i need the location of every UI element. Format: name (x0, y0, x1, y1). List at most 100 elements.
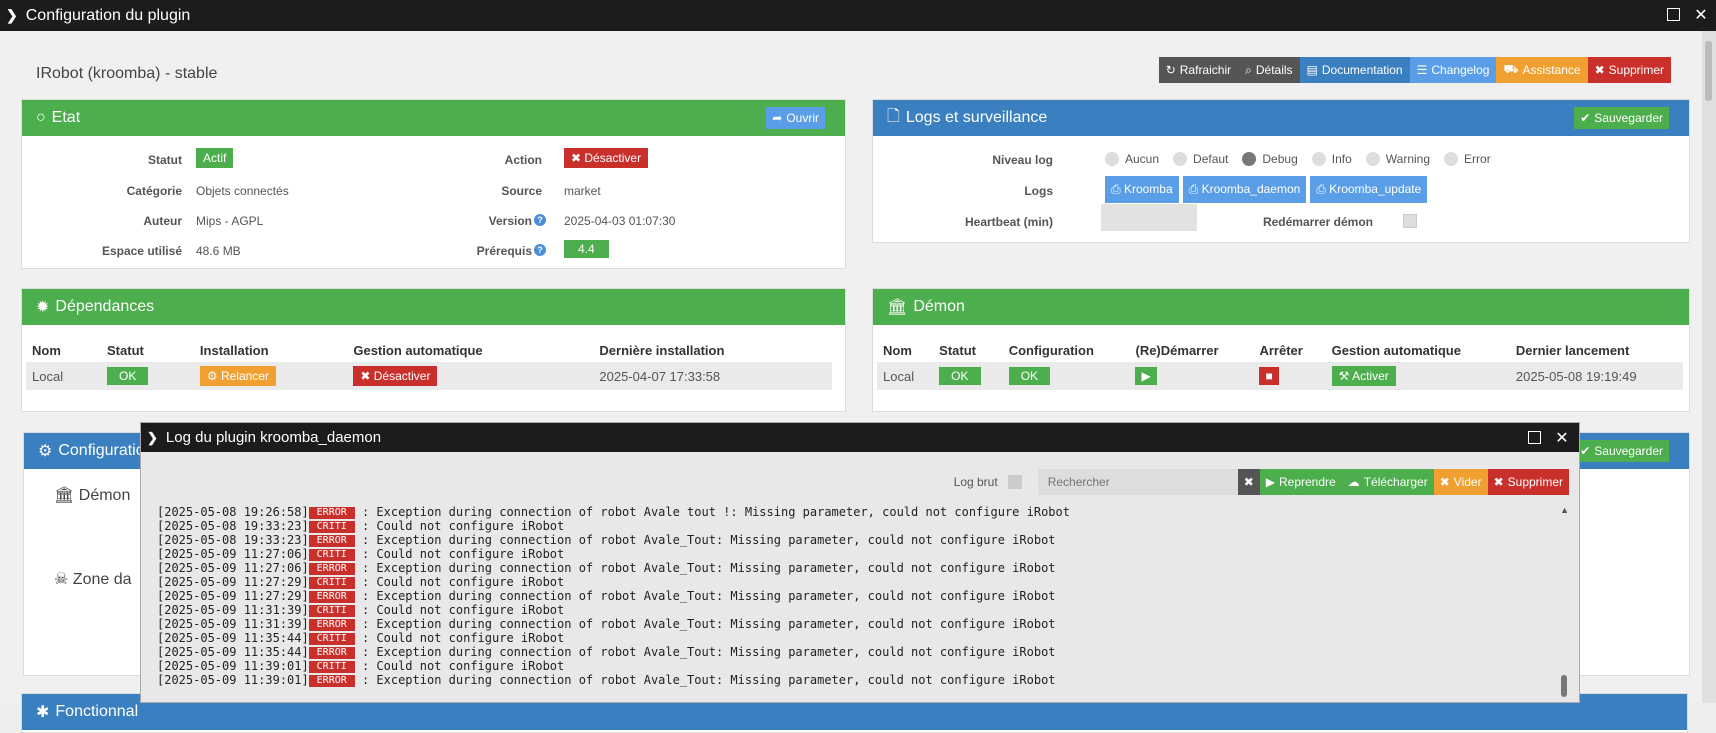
ambulance-icon: ⛟ (1503, 62, 1519, 76)
log-line: [2025-05-09 11:27:29] CRITI : Could not c… (157, 575, 1557, 589)
log-level-error[interactable]: Error (1444, 152, 1491, 166)
col-installation: Installation (199, 342, 269, 358)
log-brut-checkbox[interactable] (1007, 475, 1022, 489)
close-icon[interactable]: ✕ (1692, 5, 1710, 26)
col-derniere: Dernière installation (599, 342, 725, 358)
tlcharger-button[interactable]: ☁ Télécharger (1341, 469, 1434, 495)
rafraichir-button[interactable]: ↻ Rafraichir (1158, 57, 1239, 83)
log-level-badge: ERROR (308, 562, 355, 575)
play-button[interactable]: ▶ (1135, 367, 1157, 385)
close-icon[interactable]: ✕ (1553, 428, 1571, 449)
chevron-right-icon: ❯ (147, 429, 158, 445)
desactiver-button[interactable]: ✖ Désactiver (564, 148, 649, 168)
log-toolbar: Log brut ✖ ▶Reprendre☁Télécharger✖Vider✖… (954, 469, 1569, 495)
demon-table: Nom Statut Configuration (Re)Démarrer Ar… (877, 338, 1683, 390)
log-timestamp: [2025-05-08 19:26:58] (157, 505, 309, 519)
espace-value: 48.6 MB (196, 244, 241, 258)
scroll-up-icon[interactable]: ▲ (1560, 505, 1569, 515)
config-save-button[interactable]: ✔ Sauvegarder (1574, 440, 1669, 462)
relancer-button[interactable]: ⚙ Relancer (199, 366, 277, 386)
play-icon: ▶ (1265, 475, 1275, 489)
niveau-log-label: Niveau log (992, 153, 1053, 167)
log-message: : Exception during connection of robot A… (361, 589, 1056, 603)
log-level-radios: Aucun Defaut Debug Info Warning Error (1105, 152, 1505, 169)
search-icon: ⌕ (1245, 62, 1252, 77)
stop-button[interactable]: ■ (1259, 367, 1279, 385)
log-timestamp: [2025-05-08 19:33:23] (157, 519, 309, 533)
demon-nom: Local (877, 362, 934, 390)
trash-icon: ✖ (1493, 475, 1504, 489)
auteur-label: Auteur (143, 214, 182, 228)
supprimer-button[interactable]: ✖ Supprimer (1587, 57, 1671, 83)
logs-save-button[interactable]: ✔ Sauvegarder (1574, 107, 1669, 129)
log-level-aucun[interactable]: Aucun (1105, 152, 1159, 166)
assistance-button[interactable]: ⛟ Assistance (1496, 57, 1588, 83)
dep-desactiver-button[interactable]: ✖ Désactiver (353, 366, 438, 386)
log-level-defaut[interactable]: Defaut (1173, 152, 1228, 166)
log-line: [2025-05-09 11:39:01] ERROR : Exception d… (157, 673, 1557, 687)
log-message: : Exception during connection of robot A… (361, 505, 1070, 519)
button-label: Détails (1255, 63, 1293, 77)
log-file-button-kroomba_update[interactable]: ⎙ Kroomba_update (1310, 176, 1428, 203)
search-input[interactable] (1037, 469, 1238, 495)
log-level-info[interactable]: Info (1311, 152, 1352, 166)
ouvrir-button[interactable]: ➦ Ouvrir (766, 107, 825, 129)
activer-button[interactable]: ⚒ Activer (1331, 366, 1396, 386)
log-file-button-kroomba_daemon[interactable]: ⎙ Kroomba_daemon (1182, 176, 1307, 203)
log-timestamp: [2025-05-09 11:39:01] (157, 659, 309, 673)
button-label: Changelog (1431, 63, 1490, 77)
help-icon[interactable]: ? (534, 244, 546, 256)
log-line: [2025-05-09 11:31:39] CRITI : Could not c… (157, 603, 1557, 617)
logs-header: 🗋 Logs et surveillance ✔ Sauvegarder (873, 100, 1689, 136)
col-gestion: Gestion automatique (353, 342, 483, 358)
demon-statut-badge: OK (939, 367, 981, 385)
heartbeat-label: Heartbeat (min) (964, 215, 1053, 229)
help-icon[interactable]: ? (534, 214, 546, 226)
log-level-debug[interactable]: Debug (1242, 152, 1298, 166)
log-message: : Could not configure iRobot (361, 631, 565, 645)
source-value: market (564, 184, 601, 198)
auteur-value: Mips - AGPL (196, 214, 264, 228)
espace-label: Espace utilisé (101, 244, 182, 258)
log-message: : Could not configure iRobot (361, 547, 565, 561)
plugin-name: IRobot (kroomba) - stable (36, 65, 218, 82)
puzzle-icon: ✱ (36, 704, 50, 721)
log-scroll-thumb[interactable] (1561, 675, 1567, 697)
page-scrollbar[interactable] (1702, 31, 1716, 703)
logs-title: Logs et surveillance (905, 109, 1048, 126)
log-brut-label: Log brut (953, 475, 998, 489)
log-level-badge: ERROR (308, 646, 355, 659)
demon-title: Démon (913, 298, 965, 315)
maximize-icon[interactable] (1525, 428, 1543, 449)
etat-header: ○ Etat ➦ Ouvrir (22, 100, 845, 136)
log-file-button-kroomba[interactable]: ⎙ Kroomba (1105, 176, 1179, 203)
log-line: [2025-05-08 19:33:23] ERROR : Exception d… (157, 533, 1557, 547)
redemarrer-checkbox[interactable] (1403, 214, 1417, 228)
maximize-icon[interactable] (1664, 5, 1682, 26)
etat-title: Etat (51, 109, 81, 126)
log-level-badge: ERROR (308, 590, 355, 603)
dtails-button[interactable]: ⌕ Détails (1238, 57, 1300, 83)
reprendre-button[interactable]: ▶ Reprendre (1259, 469, 1342, 495)
cloud-download-icon: ☁ (1347, 475, 1360, 489)
clear-search-button[interactable]: ✖ (1237, 469, 1260, 495)
log-timestamp: [2025-05-09 11:31:39] (157, 617, 309, 631)
vider-button[interactable]: ✖ Vider (1433, 469, 1488, 495)
heartbeat-input[interactable] (1101, 204, 1197, 231)
statut-badge: Actif (196, 148, 234, 168)
logs-panel: 🗋 Logs et surveillance ✔ Sauvegarder Nive… (872, 99, 1690, 243)
log-line: [2025-05-09 11:27:29] ERROR : Exception d… (157, 589, 1557, 603)
changelog-button[interactable]: ☰ Changelog (1409, 57, 1497, 83)
demon-config-badge: OK (1008, 367, 1051, 385)
documentation-button[interactable]: ▤ Documentation (1299, 57, 1410, 83)
categorie-label: Catégorie (126, 184, 182, 198)
dependances-header: ✹ Dépendances (22, 289, 845, 325)
col-configuration: Configuration (1008, 342, 1094, 358)
log-level-badge: CRITI (308, 660, 355, 673)
log-line: [2025-05-09 11:35:44] ERROR : Exception d… (157, 645, 1557, 659)
log-level-warning[interactable]: Warning (1365, 152, 1430, 166)
log-message: : Exception during connection of robot A… (361, 617, 1056, 631)
dep-nom: Local (26, 362, 102, 390)
supprimer-button[interactable]: ✖ Supprimer (1487, 469, 1569, 495)
log-level-badge: ERROR (308, 534, 355, 547)
